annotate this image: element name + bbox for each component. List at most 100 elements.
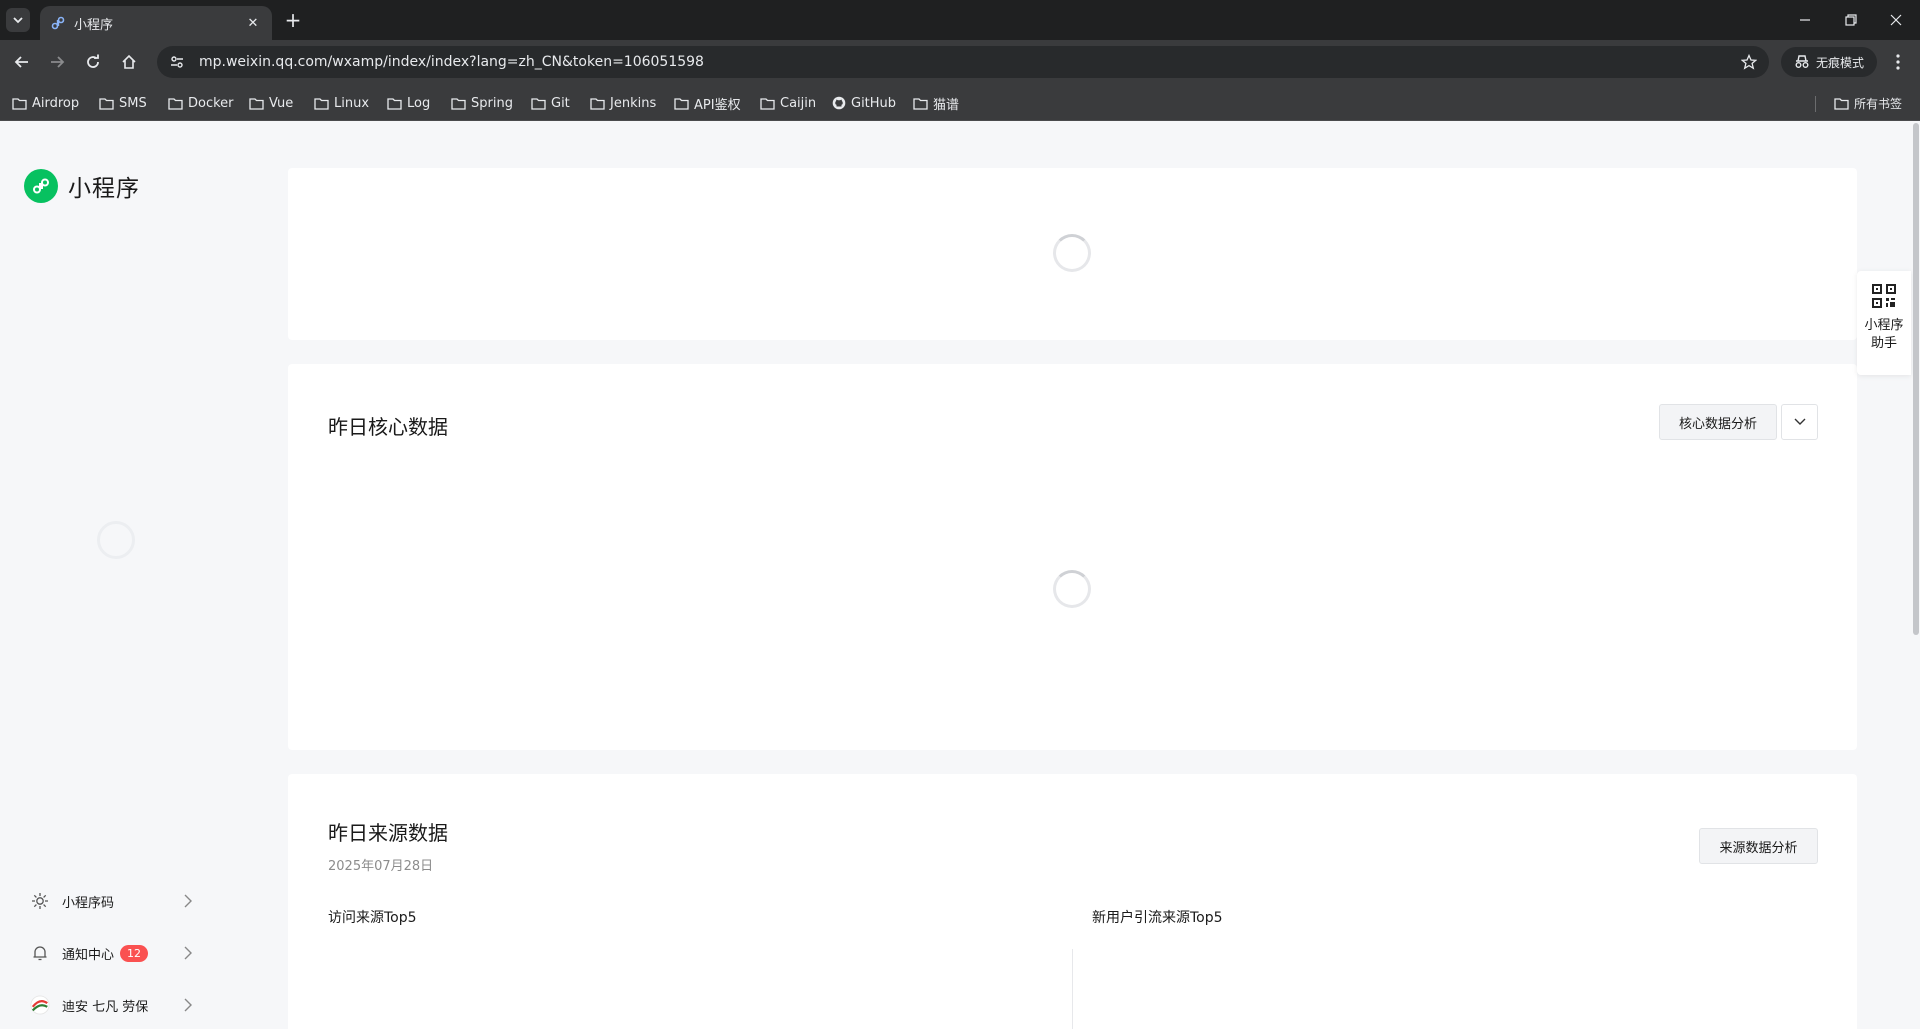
sidebar-item-label: 小程序码 bbox=[62, 895, 115, 911]
tab-close-icon[interactable]: ✕ bbox=[244, 14, 262, 32]
bookmark-item[interactable]: Linux bbox=[314, 92, 369, 114]
bookmark-label: SMS bbox=[119, 95, 147, 111]
visit-source-top5-title: 访问来源Top5 bbox=[328, 910, 417, 926]
bookmark-star-icon[interactable] bbox=[1735, 48, 1763, 76]
app-logo[interactable]: 小程序 bbox=[24, 169, 140, 203]
bookmark-item[interactable]: Jenkins bbox=[590, 92, 656, 114]
folder-icon bbox=[314, 97, 329, 110]
home-button[interactable] bbox=[117, 50, 141, 74]
more-vertical-icon bbox=[1896, 54, 1900, 70]
core-data-analysis-button[interactable]: 核心数据分析 bbox=[1659, 404, 1777, 440]
notification-count-badge: 12 bbox=[120, 944, 149, 962]
bookmark-item[interactable]: GitHub bbox=[832, 92, 896, 114]
folder-icon bbox=[1834, 97, 1849, 110]
minimize-icon bbox=[1800, 19, 1810, 21]
folder-icon bbox=[674, 97, 689, 110]
column-divider bbox=[1072, 949, 1073, 1029]
sidebar: 小程序 小程序码 通知中心 12 迪安 七凡 劳保 bbox=[0, 121, 260, 1029]
core-data-dropdown-button[interactable] bbox=[1781, 404, 1818, 440]
bookmark-item[interactable]: SMS bbox=[99, 92, 147, 114]
folder-icon bbox=[12, 97, 27, 110]
site-info-icon[interactable] bbox=[163, 48, 191, 76]
bookmark-label: Log bbox=[407, 95, 431, 111]
back-button[interactable] bbox=[10, 50, 34, 74]
chevron-right-icon bbox=[180, 997, 196, 1013]
minimize-button[interactable] bbox=[1790, 8, 1820, 32]
arrow-left-icon bbox=[14, 56, 28, 68]
folder-icon bbox=[913, 97, 928, 110]
bookmarks-separator bbox=[1815, 96, 1816, 112]
sidebar-item-label: 通知中心 bbox=[62, 947, 115, 963]
restore-button[interactable] bbox=[1836, 8, 1866, 32]
address-bar[interactable]: mp.weixin.qq.com/wxamp/index/index?lang=… bbox=[157, 46, 1769, 78]
folder-icon bbox=[249, 97, 264, 110]
folder-icon bbox=[531, 97, 546, 110]
incognito-indicator[interactable]: 无痕模式 bbox=[1781, 47, 1877, 77]
browser-chrome: 小程序 ✕ + mp.weixin.qq.com/wxamp/index/ind… bbox=[0, 0, 1920, 121]
bookmark-item[interactable]: Caijin bbox=[760, 92, 816, 114]
logo-text: 小程序 bbox=[68, 176, 140, 202]
bookmark-item[interactable]: Git bbox=[531, 92, 570, 114]
tab-strip: 小程序 ✕ + bbox=[0, 0, 1920, 40]
sidebar-item-label: 迪安 七凡 劳保 bbox=[62, 999, 149, 1015]
close-icon bbox=[1890, 14, 1902, 26]
sun-icon bbox=[30, 891, 50, 911]
reload-button[interactable] bbox=[81, 50, 105, 74]
bookmarks-bar: 所有书签 Airdrop SMS Docker Vue Linux Log Spring Gi… bbox=[0, 84, 1920, 121]
bookmark-label: GitHub bbox=[851, 95, 897, 111]
bookmark-item[interactable]: Log bbox=[387, 92, 430, 114]
forward-button[interactable] bbox=[45, 50, 69, 74]
sidebar-item-miniprogram-code[interactable]: 小程序码 bbox=[30, 888, 196, 914]
bookmark-label: Caijin bbox=[780, 95, 817, 111]
tab-search-button[interactable] bbox=[6, 8, 30, 32]
page-scrollbar[interactable] bbox=[1912, 121, 1920, 1029]
bookmark-item[interactable]: Docker bbox=[168, 92, 234, 114]
sidebar-item-account[interactable]: 迪安 七凡 劳保 bbox=[30, 992, 196, 1018]
assistant-label: 小程序 助手 bbox=[1860, 317, 1908, 353]
page-content: 小程序 小程序码 通知中心 12 迪安 七凡 劳保 昨日核心数据 核心数据分析 … bbox=[0, 121, 1920, 1029]
arrow-right-icon bbox=[51, 56, 65, 68]
source-data-title: 昨日来源数据 bbox=[328, 821, 448, 845]
folder-icon bbox=[387, 97, 402, 110]
core-data-card: 昨日核心数据 核心数据分析 bbox=[288, 364, 1857, 750]
chevron-down-icon bbox=[13, 17, 23, 24]
bookmark-item[interactable]: Vue bbox=[249, 92, 293, 114]
folder-icon bbox=[590, 97, 605, 110]
browser-tab-active[interactable]: 小程序 ✕ bbox=[40, 6, 272, 40]
core-data-title: 昨日核心数据 bbox=[328, 415, 448, 439]
restore-icon bbox=[1845, 14, 1857, 26]
source-data-date: 2025年07月28日 bbox=[328, 859, 434, 874]
bookmark-item[interactable]: Spring bbox=[451, 92, 513, 114]
app-avatar-icon bbox=[30, 995, 50, 1015]
miniprogram-favicon-icon bbox=[50, 15, 66, 31]
sidebar-item-notification-center[interactable]: 通知中心 12 bbox=[30, 940, 196, 966]
new-tab-button[interactable]: + bbox=[282, 9, 304, 31]
new-user-source-top5-title: 新用户引流来源Top5 bbox=[1092, 910, 1223, 926]
incognito-icon bbox=[1795, 55, 1809, 68]
miniprogram-assistant-button[interactable]: 小程序 助手 bbox=[1857, 271, 1911, 375]
close-window-button[interactable] bbox=[1881, 8, 1911, 32]
bookmark-item[interactable]: 猫谱 bbox=[913, 92, 959, 114]
bookmark-label: Jenkins bbox=[610, 95, 657, 111]
url-text[interactable]: mp.weixin.qq.com/wxamp/index/index?lang=… bbox=[199, 54, 1735, 70]
bookmark-label: Vue bbox=[269, 95, 294, 111]
incognito-label: 无痕模式 bbox=[1815, 55, 1864, 70]
tab-title: 小程序 bbox=[74, 17, 114, 33]
bookmark-label: Docker bbox=[188, 95, 234, 111]
bookmark-item[interactable]: Airdrop bbox=[12, 92, 79, 114]
overview-card bbox=[288, 168, 1857, 340]
chevron-down-icon bbox=[1794, 418, 1805, 425]
bookmark-label: Spring bbox=[471, 95, 513, 111]
miniprogram-logo-icon bbox=[24, 169, 58, 203]
source-data-analysis-button[interactable]: 来源数据分析 bbox=[1699, 828, 1818, 864]
bookmark-item[interactable]: API鉴权 bbox=[674, 92, 741, 114]
all-bookmarks-label: 所有书签 bbox=[1854, 96, 1903, 111]
folder-icon bbox=[451, 97, 466, 110]
source-data-card: 昨日来源数据 2025年07月28日 来源数据分析 访问来源Top5 新用户引流… bbox=[288, 774, 1857, 1029]
browser-menu-button[interactable] bbox=[1886, 50, 1910, 74]
all-bookmarks-button[interactable]: 所有书签 bbox=[1834, 92, 1902, 114]
qr-code-icon bbox=[1871, 283, 1897, 309]
scrollbar-thumb[interactable] bbox=[1913, 123, 1919, 635]
bookmark-label: 猫谱 bbox=[933, 97, 960, 113]
loading-spinner bbox=[97, 521, 135, 559]
